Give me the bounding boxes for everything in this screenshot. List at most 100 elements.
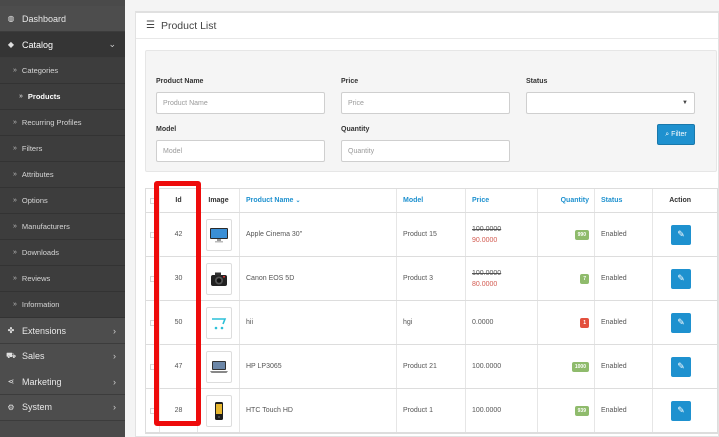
cell-model: Product 21 (397, 345, 466, 388)
sidebar-item-filters[interactable]: » Filters (0, 136, 125, 162)
cell-status: Enabled (595, 301, 653, 344)
sidebar-item-label: Catalog (22, 39, 54, 50)
sidebar-item-dashboard[interactable]: ◍ Dashboard (0, 6, 125, 32)
tag-icon: ◆ (7, 40, 15, 49)
row-checkbox[interactable] (149, 407, 156, 414)
old-price: 100.0000 (472, 225, 502, 233)
camera-image[interactable] (205, 262, 232, 295)
double-chevron-right-icon: » (13, 171, 17, 178)
cell-product-name: Apple Cinema 30" (240, 213, 397, 256)
edit-button[interactable]: ✎ (671, 268, 691, 289)
cell-price: 0.0000 (466, 301, 538, 344)
table-row: 30 Canon EOS 5D Product 3 100.0000 80.0000 7 E… (146, 257, 717, 301)
phone-image[interactable] (205, 394, 232, 427)
double-chevron-right-icon: » (13, 67, 17, 74)
header-quantity[interactable]: Quantity (538, 189, 595, 212)
sidebar-item-label: Attributes (21, 170, 54, 179)
cell-quantity: 939 (538, 389, 595, 432)
edit-button[interactable]: ✎ (671, 312, 691, 333)
sidebar-item-categories[interactable]: » Categories (0, 58, 125, 84)
model-input[interactable]: Model (156, 140, 325, 162)
sidebar-item-label: Information (21, 300, 60, 309)
row-checkbox[interactable] (149, 231, 156, 238)
cell-status: Enabled (595, 257, 653, 300)
edit-button[interactable]: ✎ (671, 356, 691, 377)
edit-button[interactable]: ✎ (671, 400, 691, 421)
sidebar-item-downloads[interactable]: » Downloads (0, 240, 125, 266)
sidebar-item-recurring-profiles[interactable]: » Recurring Profiles (0, 110, 125, 136)
sidebar-item-reviews[interactable]: » Reviews (0, 266, 125, 292)
monitor-image[interactable] (205, 218, 232, 251)
header-id[interactable]: Id (160, 189, 198, 212)
sidebar-item-label: System (22, 402, 53, 412)
sidebar-item-attributes[interactable]: » Attributes (0, 162, 125, 188)
cell-image (198, 301, 240, 344)
sidebar: ◍ Dashboard ◆ Catalog ⌄» Categories» Products»… (0, 0, 125, 437)
cell-product-name: Canon EOS 5D (240, 257, 397, 300)
product-name-input[interactable]: Product Name (156, 92, 325, 114)
sidebar-item-options[interactable]: » Options (0, 188, 125, 214)
cell-model: Product 15 (397, 213, 466, 256)
cell-status: Enabled (595, 213, 653, 256)
double-chevron-right-icon: » (13, 197, 17, 204)
special-price: 90.0000 (472, 236, 498, 244)
header-price[interactable]: Price (466, 189, 538, 212)
cell-action: ✎ (653, 301, 701, 344)
sidebar-item-label: Extensions (22, 325, 67, 336)
price-value: 100.0000 (472, 407, 502, 414)
cart-logo-image[interactable] (205, 306, 232, 339)
sidebar-item-label: Options (21, 196, 48, 205)
table-row: 47 HP LP3065 Product 21 100.0000 1000 Enabled… (146, 345, 717, 389)
dashboard-icon: ◍ (7, 14, 15, 23)
laptop-image[interactable] (205, 350, 232, 383)
sidebar-item-catalog[interactable]: ◆ Catalog ⌄ (0, 32, 125, 58)
sidebar-item-label: Downloads (21, 248, 60, 257)
header-status[interactable]: Status (595, 189, 653, 212)
cell-quantity: 1000 (538, 345, 595, 388)
sidebar-item-extensions[interactable]: ✤ Extensions › (0, 318, 125, 344)
sidebar-item-label: Recurring Profiles (21, 118, 82, 127)
page-title: Product List (160, 19, 217, 32)
list-icon: ☰ (146, 20, 155, 31)
header-product-name[interactable]: Product Name ⌄ (240, 189, 397, 212)
price-label: Price (341, 78, 359, 85)
sidebar-item-label: Dashboard (22, 13, 67, 24)
row-checkbox[interactable] (149, 319, 156, 326)
sidebar-item-information[interactable]: » Information (0, 292, 125, 318)
caret-down-icon: ▼ (682, 100, 688, 106)
sidebar-item-marketing[interactable]: ⋖ Marketing › (0, 369, 125, 395)
sidebar-item-system[interactable]: ⚙ System › (0, 394, 125, 421)
quantity-input[interactable]: Quantity (341, 140, 510, 162)
filter-button[interactable]: ⌕ Filter (657, 124, 695, 145)
cell-action: ✎ (653, 257, 701, 300)
chevron-right-icon: › (113, 325, 116, 336)
row-checkbox[interactable] (149, 275, 156, 282)
price-value: 100.0000 (472, 363, 502, 370)
cell-quantity: 1 (538, 301, 595, 344)
product-table: Id Image Product Name ⌄ Model Price Quan… (145, 188, 718, 434)
edit-button[interactable]: ✎ (671, 224, 691, 245)
status-select[interactable]: ▼ (526, 92, 695, 114)
header-model[interactable]: Model (397, 189, 466, 212)
sidebar-item-products[interactable]: » Products (0, 84, 125, 110)
quantity-badge: 7 (580, 273, 589, 284)
cell-status: Enabled (595, 345, 653, 388)
cell-product-name: HP LP3065 (240, 345, 397, 388)
pencil-icon: ✎ (677, 317, 685, 327)
sidebar-item-label: Products (27, 92, 61, 101)
sidebar-item-manufacturers[interactable]: » Manufacturers (0, 214, 125, 240)
price-input[interactable]: Price (341, 92, 510, 114)
sidebar-item-sales[interactable]: ⛟ Sales › (0, 343, 125, 370)
cell-status: Enabled (595, 389, 653, 432)
quantity-label: Quantity (341, 126, 370, 133)
cell-id: 47 (160, 345, 198, 388)
cell-id: 50 (160, 301, 198, 344)
pencil-icon: ✎ (677, 405, 685, 415)
row-select-cell (146, 257, 160, 300)
cell-action: ✎ (653, 213, 701, 256)
select-all-checkbox[interactable] (149, 197, 156, 204)
row-checkbox[interactable] (149, 363, 156, 370)
model-label: Model (156, 126, 177, 133)
double-chevron-right-icon: » (13, 119, 17, 126)
share-icon: ⋖ (7, 377, 15, 386)
